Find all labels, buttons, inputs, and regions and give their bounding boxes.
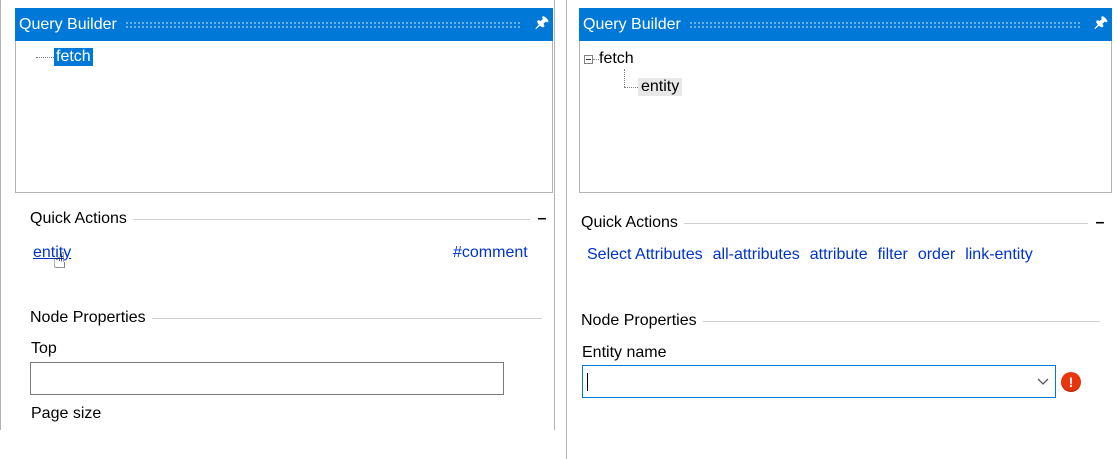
- section-title: Quick Actions: [30, 210, 127, 227]
- top-label: Top: [31, 340, 57, 357]
- divider: [132, 218, 530, 220]
- title-bar[interactable]: Query Builder 🖈︎: [579, 8, 1112, 41]
- node-properties-header: Node Properties: [581, 310, 1106, 332]
- select-attributes-link[interactable]: Select Attributes: [587, 246, 703, 264]
- page-size-label: Page size: [31, 405, 102, 422]
- title-bar[interactable]: Query Builder 🖈︎: [15, 8, 553, 41]
- tree-node-label[interactable]: fetch: [54, 48, 93, 66]
- tree-view[interactable]: fetch: [15, 41, 553, 193]
- panel-title: Query Builder: [583, 15, 681, 33]
- tree-view[interactable]: fetch entity: [579, 41, 1112, 193]
- tree-connector: [624, 86, 638, 88]
- title-grip[interactable]: [124, 20, 521, 29]
- pin-icon[interactable]: 🖈︎: [531, 12, 553, 37]
- top-input[interactable]: [30, 362, 504, 395]
- section-title: Node Properties: [581, 312, 697, 329]
- section-title: Node Properties: [30, 309, 146, 326]
- link-entity-link[interactable]: link-entity: [965, 246, 1033, 264]
- divider: [151, 317, 542, 319]
- query-builder-panel-right: Query Builder 🖈︎ fetch entity Quick Acti…: [566, 0, 1117, 459]
- divider: [683, 222, 1088, 224]
- quick-action-links: Select Attributes all-attributes attribu…: [587, 246, 1033, 264]
- section-title: Quick Actions: [581, 214, 678, 231]
- entity-name-label: Entity name: [582, 344, 667, 361]
- chevron-down-icon[interactable]: [1031, 373, 1055, 391]
- pin-icon[interactable]: 🖈︎: [1090, 12, 1112, 37]
- comment-link[interactable]: #comment: [453, 244, 528, 262]
- all-attributes-link[interactable]: all-attributes: [713, 246, 800, 264]
- collapse-expander-icon[interactable]: [584, 54, 593, 64]
- title-grip[interactable]: [688, 20, 1080, 29]
- tree-node-entity[interactable]: entity: [624, 76, 683, 98]
- entity-name-combobox[interactable]: [582, 365, 1056, 398]
- order-link[interactable]: order: [918, 246, 955, 264]
- node-properties-header: Node Properties: [30, 307, 548, 329]
- collapse-icon[interactable]: –: [1094, 214, 1106, 232]
- tree-connector: [36, 56, 54, 58]
- panel-title: Query Builder: [19, 15, 117, 33]
- filter-link[interactable]: filter: [878, 246, 908, 264]
- divider: [702, 320, 1100, 322]
- entity-name-input[interactable]: [587, 372, 1031, 391]
- query-builder-panel-left: Query Builder 🖈︎ fetch Quick Actions – e…: [0, 0, 555, 430]
- quick-actions-header: Quick Actions –: [30, 208, 548, 230]
- tree-node-label[interactable]: fetch: [599, 50, 634, 68]
- hand-cursor-icon: ☝: [53, 248, 67, 273]
- attribute-link[interactable]: attribute: [810, 246, 868, 264]
- collapse-icon[interactable]: –: [536, 210, 548, 228]
- quick-actions-header: Quick Actions –: [581, 212, 1106, 234]
- tree-node-fetch[interactable]: fetch: [584, 48, 634, 70]
- tree-node-fetch[interactable]: fetch: [36, 46, 93, 68]
- tree-node-label[interactable]: entity: [638, 78, 683, 96]
- error-icon[interactable]: !: [1061, 372, 1081, 392]
